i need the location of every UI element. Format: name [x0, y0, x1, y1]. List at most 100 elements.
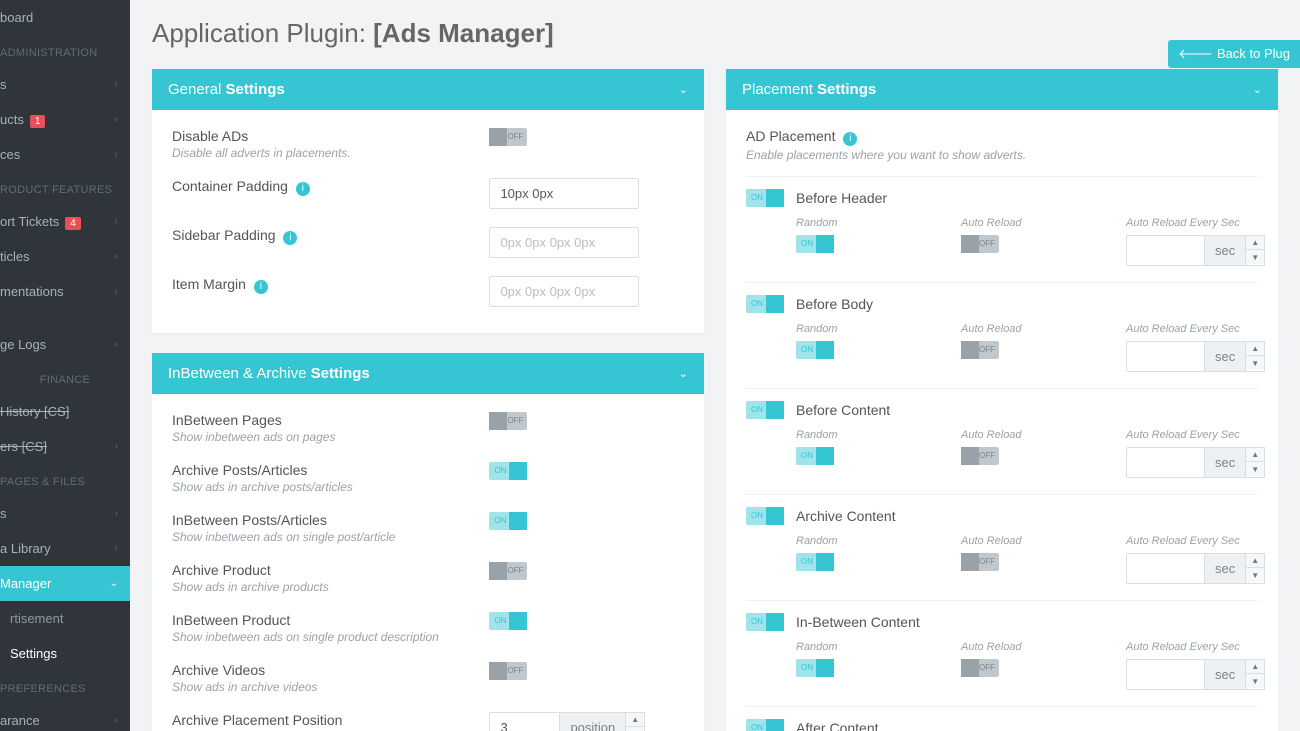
collapse-icon[interactable]: ⌄ — [1253, 83, 1262, 96]
placement-title: Before Body — [796, 296, 873, 312]
placement-toggle[interactable]: ON — [746, 295, 784, 313]
sidebar-heading: FINANCE — [0, 362, 130, 394]
sidebar-item[interactable]: arance› — [0, 703, 130, 731]
sidebar-subitem-settings[interactable]: Settings — [0, 636, 130, 671]
sec-input[interactable] — [1126, 341, 1204, 372]
field-label: Sidebar Padding i — [172, 227, 489, 245]
collapse-icon[interactable]: ⌄ — [679, 367, 688, 380]
back-to-plugins-button[interactable]: 🡐Back to Plug — [1168, 40, 1300, 68]
sec-input[interactable] — [1126, 447, 1204, 478]
info-icon[interactable]: i — [283, 231, 297, 245]
random-toggle[interactable]: ON — [796, 659, 834, 677]
random-toggle[interactable]: ON — [796, 447, 834, 465]
chevron-right-icon: › — [115, 216, 118, 227]
collapse-icon[interactable]: ⌄ — [679, 83, 688, 96]
random-toggle[interactable]: ON — [796, 553, 834, 571]
field-label: AD Placement i — [746, 128, 1258, 146]
spin-up[interactable]: ▲ — [1246, 342, 1264, 356]
spin-up[interactable]: ▲ — [1246, 448, 1264, 462]
opt-label: Auto Reload Every Sec — [1126, 323, 1265, 335]
spin-down[interactable]: ▼ — [1246, 356, 1264, 370]
info-icon[interactable]: i — [254, 280, 268, 294]
toggle[interactable]: ON — [489, 612, 527, 630]
field-hint: Show ads in archive products — [172, 580, 489, 594]
opt-label: Auto Reload Every Sec — [1126, 535, 1265, 547]
toggle[interactable]: OFF — [489, 662, 527, 680]
sidebar-item[interactable]: ers [CS]› — [0, 429, 130, 464]
sidebar-subitem[interactable]: rtisement — [0, 601, 130, 636]
placement-settings-panel: Placement Settings ⌄ AD Placement i Enab… — [726, 69, 1278, 731]
field-hint: Show ads in archive posts/articles — [172, 480, 489, 494]
spin-down[interactable]: ▼ — [626, 727, 644, 731]
random-toggle[interactable]: ON — [796, 341, 834, 359]
sidebar-item[interactable]: board — [0, 0, 130, 35]
spin-down[interactable]: ▼ — [1246, 674, 1264, 688]
info-icon[interactable]: i — [296, 182, 310, 196]
sec-input[interactable] — [1126, 659, 1204, 690]
unit-label: position — [559, 712, 625, 731]
placement-toggle[interactable]: ON — [746, 719, 784, 731]
spin-up[interactable]: ▲ — [1246, 660, 1264, 674]
placement-title: Archive Content — [796, 508, 896, 524]
spin-up[interactable]: ▲ — [1246, 236, 1264, 250]
sidebar-item[interactable]: mentations› — [0, 274, 130, 309]
sidebar-item[interactable]: ort Tickets4› — [0, 204, 130, 239]
placement-toggle[interactable]: ON — [746, 507, 784, 525]
sidebar-item[interactable]: ces› — [0, 137, 130, 172]
inbetween-settings-panel: InBetween & Archive Settings ⌄ InBetween… — [152, 353, 704, 731]
placement-toggle[interactable]: ON — [746, 401, 784, 419]
container-padding-input[interactable] — [489, 178, 639, 209]
spin-down[interactable]: ▼ — [1246, 250, 1264, 264]
disable-ads-toggle[interactable]: OFF — [489, 128, 527, 146]
sidebar-padding-input[interactable] — [489, 227, 639, 258]
sidebar-item[interactable]: a Library› — [0, 531, 130, 566]
sidebar-item[interactable]: ucts1› — [0, 102, 130, 137]
page-title: Application Plugin: [Ads Manager] — [152, 0, 1278, 69]
autoreload-toggle[interactable]: OFF — [961, 341, 999, 359]
chevron-right-icon: › — [115, 508, 118, 519]
sidebar-item-ads-manager[interactable]: Manager⌄ — [0, 566, 130, 601]
opt-label: Random — [796, 535, 961, 547]
sec-input[interactable] — [1126, 553, 1204, 584]
main-content: Application Plugin: [Ads Manager] 🡐Back … — [130, 0, 1300, 731]
chevron-right-icon: › — [115, 715, 118, 726]
spin-up[interactable]: ▲ — [626, 713, 644, 727]
sidebar-item[interactable]: ge Logs› — [0, 327, 130, 362]
field-hint: Show ads in archive videos — [172, 680, 489, 694]
sec-input[interactable] — [1126, 235, 1204, 266]
item-margin-input[interactable] — [489, 276, 639, 307]
toggle[interactable]: ON — [489, 512, 527, 530]
autoreload-toggle[interactable]: OFF — [961, 235, 999, 253]
opt-label: Auto Reload Every Sec — [1126, 429, 1265, 441]
placement-toggle[interactable]: ON — [746, 189, 784, 207]
toggle[interactable]: OFF — [489, 412, 527, 430]
field-label: Archive Product — [172, 562, 489, 578]
spin-down[interactable]: ▼ — [1246, 462, 1264, 476]
info-icon[interactable]: i — [843, 132, 857, 146]
sidebar-item[interactable]: ticles› — [0, 239, 130, 274]
opt-label: Auto Reload Every Sec — [1126, 217, 1265, 229]
field-label: InBetween Product — [172, 612, 489, 628]
placement-toggle[interactable]: ON — [746, 613, 784, 631]
field-hint: Disable all adverts in placements. — [172, 146, 489, 160]
placement-title: Before Content — [796, 402, 890, 418]
spin-up[interactable]: ▲ — [1246, 554, 1264, 568]
field-label: Archive Videos — [172, 662, 489, 678]
sidebar-item[interactable]: s› — [0, 67, 130, 102]
field-label: InBetween Pages — [172, 412, 489, 428]
sidebar-heading: ADMINISTRATION — [0, 35, 130, 67]
toggle[interactable]: ON — [489, 462, 527, 480]
chevron-right-icon: › — [115, 339, 118, 350]
sidebar-item[interactable]: s› — [0, 496, 130, 531]
autoreload-toggle[interactable]: OFF — [961, 447, 999, 465]
autoreload-toggle[interactable]: OFF — [961, 553, 999, 571]
autoreload-toggle[interactable]: OFF — [961, 659, 999, 677]
opt-label: Random — [796, 217, 961, 229]
toggle[interactable]: OFF — [489, 562, 527, 580]
sidebar-item[interactable]: History [CS] — [0, 394, 130, 429]
chevron-right-icon: › — [115, 114, 118, 125]
chevron-right-icon: › — [115, 441, 118, 452]
random-toggle[interactable]: ON — [796, 235, 834, 253]
spin-down[interactable]: ▼ — [1246, 568, 1264, 582]
position-input[interactable] — [489, 712, 559, 731]
